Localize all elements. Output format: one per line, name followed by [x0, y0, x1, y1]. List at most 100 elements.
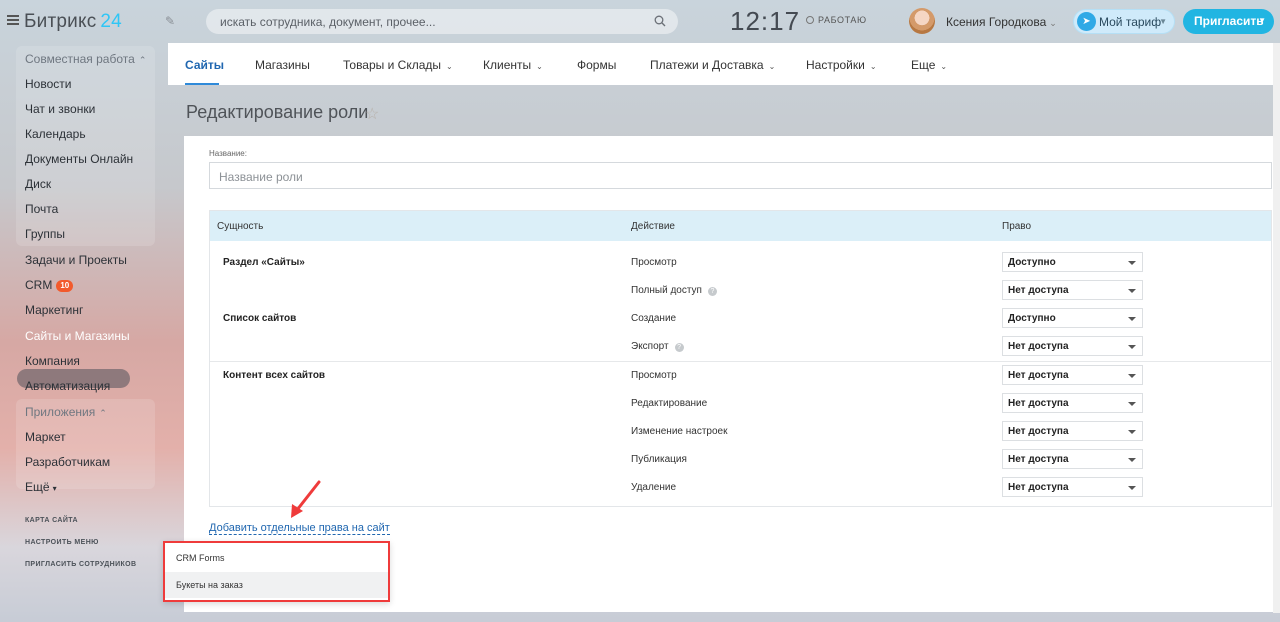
- search-icon[interactable]: [654, 15, 666, 27]
- chevron-down-icon: [1128, 458, 1136, 462]
- dropdown-item[interactable]: Букеты на заказ: [165, 572, 388, 598]
- tariff-button[interactable]: ➤ Мой тариф ▼: [1073, 9, 1175, 34]
- sidebar-item-sites[interactable]: Сайты и Магазины: [25, 329, 130, 343]
- sidebar-item-news[interactable]: Новости: [25, 77, 71, 91]
- sidebar-item-more[interactable]: Ещё ▾: [25, 480, 57, 494]
- user-name: Ксения Городкова: [946, 15, 1047, 29]
- sidebar-group-title[interactable]: Совместная работа ⌃: [25, 52, 146, 66]
- right-select[interactable]: Нет доступа: [1002, 336, 1143, 356]
- sidebar-item-market[interactable]: Маркет: [25, 430, 66, 444]
- avatar[interactable]: [909, 8, 935, 34]
- help-icon[interactable]: ?: [674, 343, 684, 352]
- right-select-value: Доступно: [1008, 257, 1056, 268]
- chevron-up-icon: ⌃: [138, 55, 147, 65]
- sidebar-item-crm[interactable]: CRM 10: [25, 278, 74, 292]
- chevron-down-icon: [1128, 345, 1136, 349]
- work-status[interactable]: РАБОТАЮ: [806, 15, 867, 25]
- sidebar-group-title[interactable]: Приложения ⌃: [25, 405, 107, 419]
- pencil-icon[interactable]: ✎: [165, 14, 175, 28]
- right-select[interactable]: Нет доступа: [1002, 449, 1143, 469]
- right-select-value: Доступно: [1008, 313, 1056, 324]
- right-select[interactable]: Доступно: [1002, 252, 1143, 272]
- role-name-field[interactable]: Название роли: [209, 162, 1272, 189]
- chevron-down-icon: ⌄: [869, 62, 877, 71]
- sidebar-item-mail[interactable]: Почта: [25, 202, 58, 216]
- tab-goods[interactable]: Товары и Склады ⌄: [343, 58, 453, 72]
- search-placeholder: искать сотрудника, документ, прочее...: [220, 15, 436, 29]
- menu-burger-icon[interactable]: [7, 15, 19, 25]
- right-select-value: Нет доступа: [1008, 398, 1069, 409]
- sidebar-item-chat[interactable]: Чат и звонки: [25, 102, 95, 116]
- chevron-down-icon: [1128, 374, 1136, 378]
- annotation-arrow-icon: [291, 480, 321, 518]
- chevron-down-icon: [1128, 486, 1136, 490]
- tab-shops[interactable]: Магазины: [255, 58, 310, 72]
- right-select[interactable]: Нет доступа: [1002, 477, 1143, 497]
- configure-menu-link[interactable]: НАСТРОИТЬ МЕНЮ: [25, 539, 99, 546]
- sidebar-item-marketing[interactable]: Маркетинг: [25, 303, 83, 317]
- invite-employees-link[interactable]: ПРИГЛАСИТЬ СОТРУДНИКОВ: [25, 561, 136, 568]
- top-bar: Битрикс 24 ✎ искать сотрудника, документ,…: [0, 0, 1280, 43]
- invite-button[interactable]: Пригласить ▼: [1183, 9, 1274, 34]
- clock[interactable]: 12:17: [730, 6, 800, 37]
- sidebar-item-groups[interactable]: Группы: [25, 227, 65, 241]
- column-header-entity: Сущность: [217, 221, 264, 232]
- table-header: Сущность Действие Право: [210, 211, 1271, 241]
- action-label: Просмотр: [631, 257, 677, 268]
- right-select[interactable]: Нет доступа: [1002, 280, 1143, 300]
- tab-sites[interactable]: Сайты: [185, 58, 224, 72]
- chevron-down-icon: ▼: [1258, 16, 1266, 25]
- tab-clients[interactable]: Клиенты ⌄: [483, 58, 543, 72]
- sidebar-item-tasks[interactable]: Задачи и Проекты: [25, 253, 127, 267]
- tab-payments[interactable]: Платежи и Доставка ⌄: [650, 58, 775, 72]
- chevron-down-icon: [1128, 289, 1136, 293]
- sidebar-item-calendar[interactable]: Календарь: [25, 127, 86, 141]
- chevron-down-icon: ⌄: [446, 62, 453, 71]
- sidebar-item-label: CRM: [25, 278, 53, 292]
- sidebar-item-developers[interactable]: Разработчикам: [25, 455, 110, 469]
- star-icon[interactable]: ☆: [365, 104, 379, 124]
- entity-label: Список сайтов: [223, 313, 297, 324]
- logo[interactable]: Битрикс 24: [24, 11, 122, 33]
- invite-label: Пригласить: [1194, 14, 1264, 28]
- sidebar-item-company[interactable]: Компания: [25, 354, 80, 368]
- right-select-value: Нет доступа: [1008, 370, 1069, 381]
- scrollbar[interactable]: [1273, 43, 1280, 613]
- page-title: Редактирование роли: [186, 102, 369, 122]
- work-status-label: РАБОТАЮ: [818, 15, 867, 25]
- action-label: Редактирование: [631, 398, 708, 409]
- help-icon[interactable]: ?: [707, 287, 717, 296]
- action-label: Просмотр: [631, 370, 677, 381]
- dropdown-item-label: Букеты на заказ: [176, 580, 243, 590]
- right-select[interactable]: Нет доступа: [1002, 365, 1143, 385]
- permissions-table: Сущность Действие Право Раздел «Сайты» П…: [209, 210, 1272, 507]
- right-select[interactable]: Доступно: [1002, 308, 1143, 328]
- sitemap-link[interactable]: КАРТА САЙТА: [25, 517, 78, 524]
- logo-text: Битрикс: [24, 11, 97, 32]
- action-label: Полный доступ?: [631, 285, 717, 296]
- tab-more[interactable]: Еще ⌄: [911, 58, 947, 72]
- user-menu[interactable]: Ксения Городкова ⌄: [946, 15, 1057, 29]
- active-tab-indicator: [185, 83, 219, 85]
- tab-forms[interactable]: Формы: [577, 58, 616, 72]
- crm-badge: 10: [56, 280, 74, 292]
- right-select[interactable]: Нет доступа: [1002, 421, 1143, 441]
- tab-label: Клиенты: [483, 58, 532, 72]
- dropdown-item-label: CRM Forms: [176, 553, 225, 563]
- sidebar-item-disk[interactable]: Диск: [25, 177, 51, 191]
- chevron-down-icon: [1128, 402, 1136, 406]
- dropdown-item[interactable]: CRM Forms: [165, 545, 388, 571]
- search-input[interactable]: искать сотрудника, документ, прочее...: [206, 9, 678, 34]
- main-area: Сайты Магазины Товары и Склады ⌄ Клиенты ⌄…: [168, 43, 1273, 613]
- right-select-value: Нет доступа: [1008, 426, 1069, 437]
- left-menu: Совместная работа ⌃ Новости Чат и звонки …: [0, 43, 168, 622]
- chevron-down-icon: [1128, 317, 1136, 321]
- site-dropdown: CRM Forms Букеты на заказ: [163, 541, 390, 602]
- right-select-value: Нет доступа: [1008, 454, 1069, 465]
- tab-settings[interactable]: Настройки ⌄: [806, 58, 877, 72]
- sidebar-item-documents[interactable]: Документы Онлайн: [25, 152, 133, 166]
- right-select[interactable]: Нет доступа: [1002, 393, 1143, 413]
- name-label: Название:: [209, 149, 247, 158]
- sidebar-item-automation[interactable]: Автоматизация: [25, 379, 110, 393]
- add-site-rights-link[interactable]: Добавить отдельные права на сайт: [209, 522, 390, 535]
